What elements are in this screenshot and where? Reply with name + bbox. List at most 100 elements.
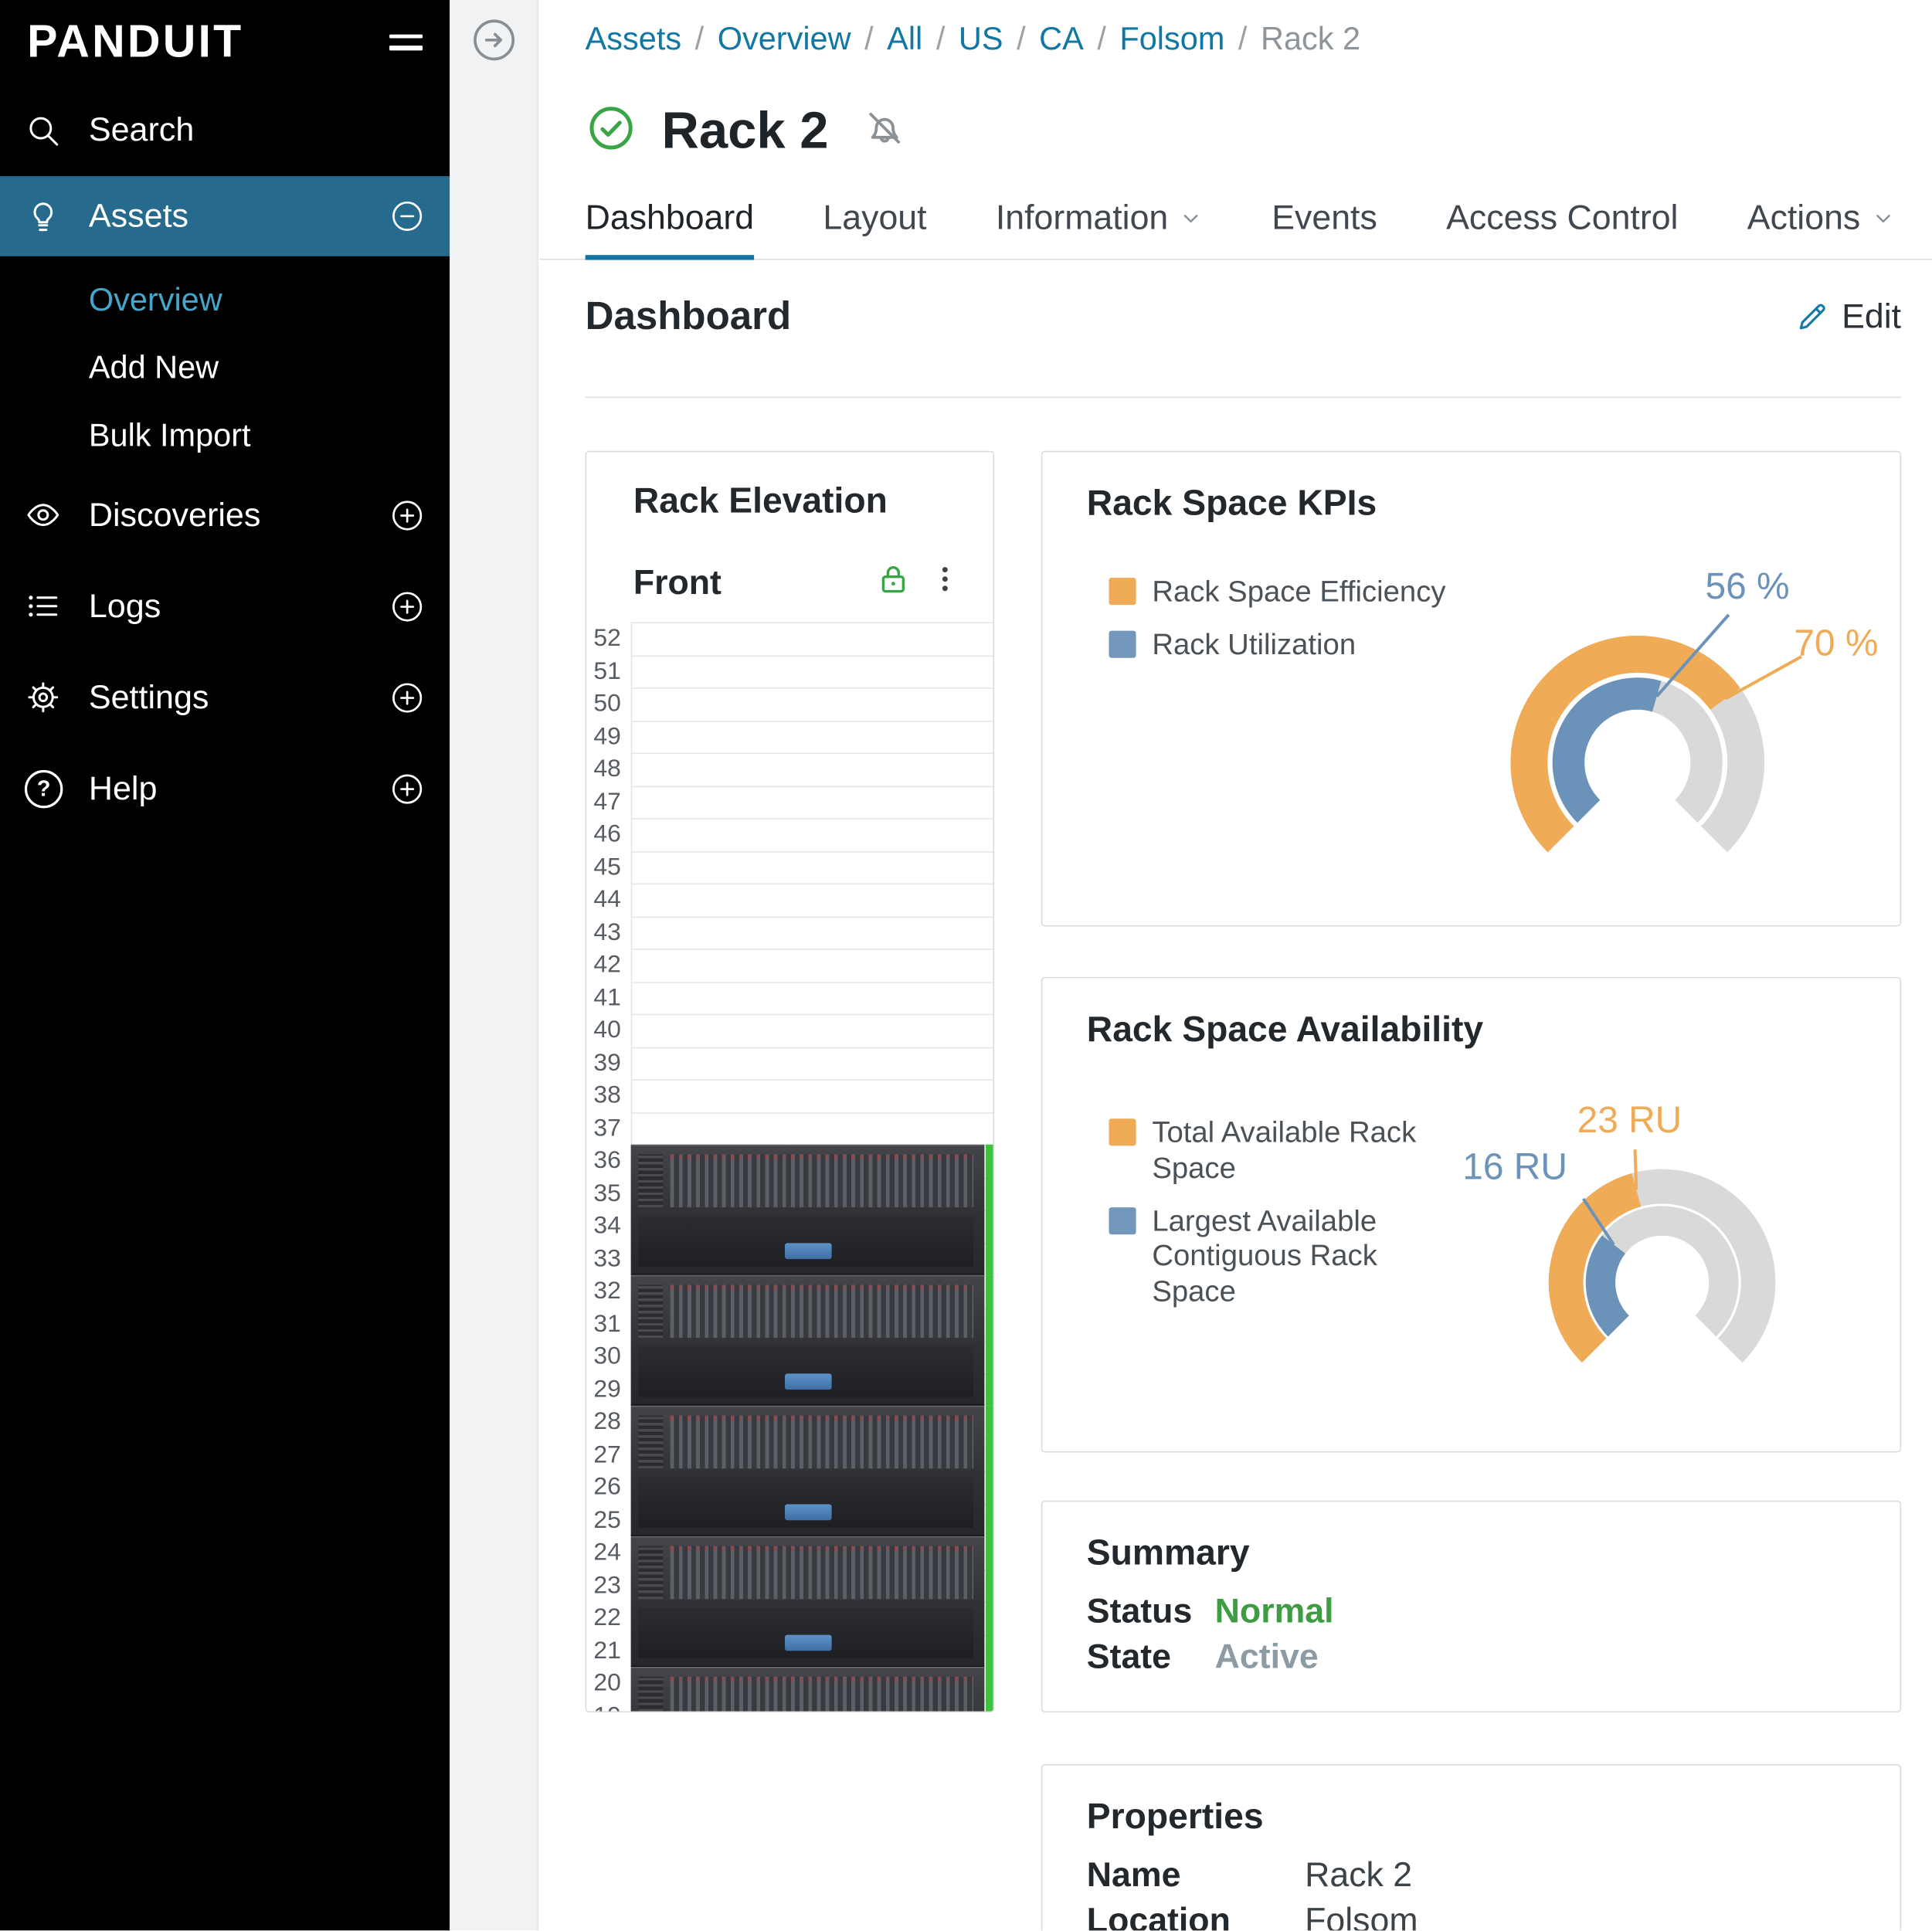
rack-unit-cell[interactable] <box>631 1014 993 1047</box>
sidebar-item-label: Help <box>89 769 158 807</box>
rack-unit-number: 48 <box>586 753 630 786</box>
rack-unit-number: 20 <box>586 1667 630 1699</box>
tab-information[interactable]: Information <box>996 199 1203 259</box>
server-image[interactable] <box>631 1145 985 1275</box>
rack-unit-row: 43 <box>586 916 993 949</box>
server-image[interactable] <box>631 1536 985 1667</box>
breadcrumb-separator: / <box>1017 20 1026 57</box>
sidebar-item-logs[interactable]: Logs <box>0 561 450 652</box>
property-value: Folsom <box>1305 1900 1418 1930</box>
breadcrumb-link[interactable]: All <box>887 20 922 57</box>
expand-plus-icon[interactable] <box>389 497 425 533</box>
rack-unit-cell[interactable] <box>631 1079 993 1111</box>
properties-rows: Name Rack 2 Location Folsom <box>1087 1851 1418 1930</box>
sidebar-item-help[interactable]: ? Help <box>0 743 450 834</box>
summary-row: Status Normal <box>1087 1588 1334 1634</box>
gauge-value-label: 56 % <box>1705 567 1789 609</box>
rack-grid: 5251504948474645444342414039383736353433… <box>586 622 993 1711</box>
availability-legend: Total Available Rack Space Largest Avail… <box>1109 1116 1461 1311</box>
rack-unit-cell[interactable] <box>631 981 993 1013</box>
pencil-icon <box>1795 299 1830 334</box>
eye-icon <box>25 497 89 534</box>
tab-dashboard[interactable]: Dashboard <box>586 199 754 259</box>
expand-arrow-icon[interactable] <box>470 17 516 69</box>
sidebar-item-settings[interactable]: Settings <box>0 652 450 743</box>
card-title: Summary <box>1087 1534 1250 1575</box>
notifications-muted-icon[interactable] <box>863 105 907 155</box>
rack-unit-number: 33 <box>586 1243 630 1275</box>
rack-unit-cell[interactable] <box>631 786 993 818</box>
tab-events[interactable]: Events <box>1272 199 1377 259</box>
rack-unit-cell[interactable] <box>631 720 993 752</box>
panduit-logo: PANDUIT <box>27 16 243 68</box>
expand-plus-icon[interactable] <box>389 589 425 624</box>
sidebar-logo-row: PANDUIT <box>0 0 450 83</box>
rack-unit-cell[interactable] <box>631 884 993 916</box>
section-title: Dashboard <box>586 294 792 339</box>
legend-item: Total Available Rack Space <box>1109 1116 1461 1187</box>
rack-unit-row: 44 <box>586 884 993 916</box>
rack-unit-number: 27 <box>586 1438 630 1471</box>
rack-unit-number: 52 <box>586 622 630 654</box>
breadcrumb: Assets/Overview/All/US/CA/Folsom/Rack 2 <box>586 20 1360 58</box>
rack-unit-cell[interactable] <box>631 850 993 883</box>
sidebar-item-assets[interactable]: Assets <box>0 176 450 256</box>
legend-swatch <box>1109 630 1136 657</box>
expand-plus-icon[interactable] <box>389 771 425 806</box>
kebab-menu-icon[interactable] <box>929 563 961 601</box>
breadcrumb-link[interactable]: Assets <box>586 20 681 57</box>
rack-unit-cell[interactable] <box>631 753 993 786</box>
server-image[interactable] <box>631 1667 985 1711</box>
avail-gauge <box>1465 1085 1859 1479</box>
breadcrumb-separator: / <box>864 20 874 57</box>
collapse-minus-icon[interactable] <box>389 199 425 234</box>
expand-plus-icon[interactable] <box>389 680 425 715</box>
rack-elevation-card: Rack Elevation Front 5251504948474645444… <box>586 451 995 1712</box>
sidebar-item-bulk-import[interactable]: Bulk Import <box>0 402 450 470</box>
hamburger-menu-icon[interactable] <box>389 26 423 57</box>
tab-layout[interactable]: Layout <box>823 199 926 259</box>
rack-unit-row: 45 <box>586 850 993 883</box>
sidebar-item-overview[interactable]: Overview <box>0 266 450 334</box>
rack-unit-cell[interactable] <box>631 622 993 654</box>
breadcrumb-link[interactable]: Overview <box>718 20 851 57</box>
rack-unit-number: 42 <box>586 949 630 981</box>
rack-unit-cell[interactable] <box>631 818 993 850</box>
rack-unit-row: 37 <box>586 1111 993 1144</box>
server-image[interactable] <box>631 1275 985 1406</box>
rack-unit-number: 39 <box>586 1047 630 1079</box>
rack-unit-number: 38 <box>586 1079 630 1111</box>
rack-unit-number: 32 <box>586 1275 630 1308</box>
lock-icon[interactable] <box>874 561 912 604</box>
sidebar-item-search[interactable]: Search <box>0 83 450 176</box>
rack-unit-number: 24 <box>586 1536 630 1569</box>
sidebar-item-discoveries[interactable]: Discoveries <box>0 470 450 561</box>
rack-unit-number: 50 <box>586 687 630 720</box>
rack-unit-number: 36 <box>586 1145 630 1177</box>
sidebar-item-add-new[interactable]: Add New <box>0 334 450 402</box>
rack-unit-number: 40 <box>586 1014 630 1047</box>
rack-unit-row: 38 <box>586 1079 993 1111</box>
tab-bar: Dashboard Layout Information Events Acce… <box>540 195 1932 260</box>
tab-access-control[interactable]: Access Control <box>1446 199 1678 259</box>
rack-unit-cell[interactable] <box>631 916 993 949</box>
server-image[interactable] <box>631 1406 985 1536</box>
rack-unit-row: 40 <box>586 1014 993 1047</box>
rack-space-kpis-card: Rack Space KPIs Rack Space Efficiency Ra… <box>1041 451 1901 927</box>
assets-subnav: Overview Add New Bulk Import <box>0 256 450 470</box>
rack-unit-cell[interactable] <box>631 687 993 720</box>
breadcrumb-link[interactable]: Folsom <box>1119 20 1224 57</box>
legend-swatch <box>1109 1206 1136 1234</box>
legend-item: Largest Available Contiguous Rack Space <box>1109 1204 1461 1311</box>
status-value: Normal <box>1215 1591 1334 1631</box>
page-title-row: Rack 2 <box>586 101 908 161</box>
breadcrumb-link[interactable]: CA <box>1039 20 1084 57</box>
rack-unit-cell[interactable] <box>631 949 993 981</box>
breadcrumb-link[interactable]: US <box>959 20 1003 57</box>
divider <box>586 397 1901 399</box>
tab-actions[interactable]: Actions <box>1747 199 1895 259</box>
rack-unit-cell[interactable] <box>631 1111 993 1144</box>
rack-unit-cell[interactable] <box>631 655 993 687</box>
rack-unit-cell[interactable] <box>631 1047 993 1079</box>
edit-button[interactable]: Edit <box>1795 297 1902 336</box>
